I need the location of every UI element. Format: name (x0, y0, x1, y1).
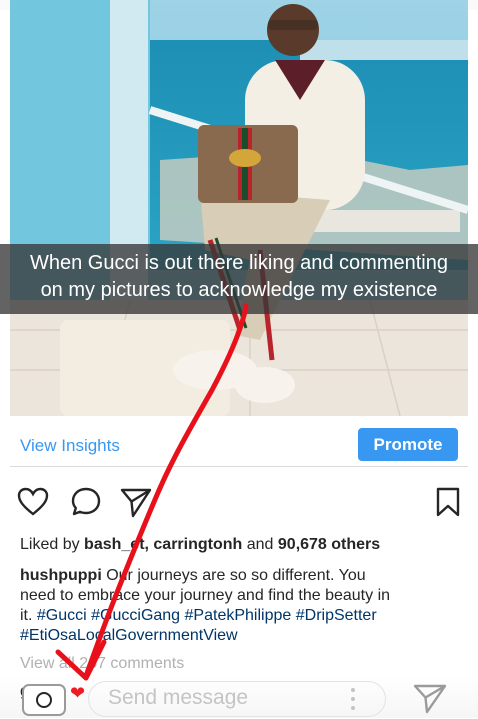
hashtag-link[interactable]: #PatekPhilippe (185, 607, 292, 624)
overlay-caption-line2: on my pictures to acknowledge my existen… (40, 279, 438, 301)
liked-by-line: Liked by bash_et, carringtonh and 90,678… (20, 536, 380, 554)
paper-plane-icon[interactable] (120, 486, 152, 518)
liked-by-users[interactable]: bash_et, carringtonh (84, 536, 242, 553)
photo-illustration (10, 0, 468, 416)
camera-icon[interactable] (22, 684, 66, 716)
send-message-placeholder[interactable]: Send message (108, 686, 248, 710)
comment-bubble-icon[interactable] (70, 486, 102, 518)
insights-row: View Insights Promote (10, 426, 468, 467)
caption-text-line3: it. (20, 607, 37, 624)
post-username[interactable]: hushpuppi (20, 567, 102, 584)
post-photo[interactable] (10, 0, 468, 416)
overlay-caption-line1: When Gucci is out there liking and comme… (30, 252, 448, 274)
more-vertical-icon[interactable] (350, 684, 356, 714)
heart-outline-icon[interactable] (17, 486, 49, 518)
send-paper-plane-icon[interactable] (413, 682, 447, 714)
promote-button[interactable]: Promote (358, 428, 458, 461)
liked-by-count[interactable]: 90,678 others (278, 536, 380, 553)
hashtag-link[interactable]: #GucciGang (91, 607, 180, 624)
hashtag-link[interactable]: #DripSetter (296, 607, 377, 624)
bookmark-icon[interactable] (434, 486, 462, 518)
caption-text-line2: need to embrace your journey and find th… (20, 587, 391, 604)
view-insights-link[interactable]: View Insights (20, 436, 120, 456)
camera-glyph-icon (36, 692, 52, 708)
hashtag-link[interactable]: #Gucci (37, 607, 87, 624)
view-all-comments-link[interactable]: View all 267 comments (20, 655, 184, 673)
caption-text-line1: Our journeys are so so different. You (101, 567, 366, 584)
liked-by-prefix: Liked by (20, 536, 85, 553)
post-caption: hushpuppi Our journeys are so so differe… (20, 566, 460, 646)
overlay-caption: When Gucci is out there liking and comme… (0, 250, 478, 304)
hashtag-link[interactable]: #EtiOsaLocalGovernmentView (20, 627, 238, 644)
heart-emoji: ❤ (70, 683, 86, 703)
liked-by-middle: and (242, 536, 278, 553)
